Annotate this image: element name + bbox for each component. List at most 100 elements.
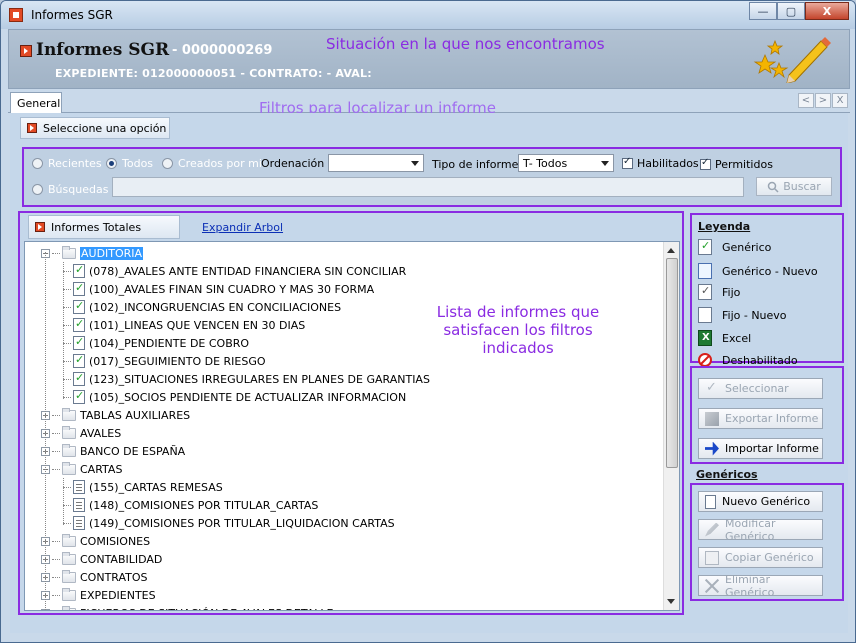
radio-busquedas[interactable]: Búsquedas — [32, 183, 108, 196]
tipo-informe-label: Tipo de informe — [432, 158, 519, 171]
tree-report-node[interactable]: (155)_CARTAS REMESAS — [63, 478, 223, 496]
tree-connector — [52, 468, 60, 470]
tree-folder-node[interactable]: + BANCO DE ESPAÑA — [41, 442, 185, 460]
generic-report-icon — [73, 353, 85, 368]
report-tree[interactable]: −AUDITORIA (078)_AVALES ANTE ENTIDAD FINA… — [24, 241, 680, 611]
tree-report-node[interactable]: (017)_SEGUIMIENTO DE RIESGO — [63, 352, 266, 370]
tree-folder-node[interactable]: + EXPEDIENTES — [41, 586, 156, 604]
radio-busquedas-label: Búsquedas — [48, 183, 109, 196]
tree-node-label: (078)_AVALES ANTE ENTIDAD FINANCIERA SIN… — [89, 264, 407, 278]
tree-node-label: BANCO DE ESPAÑA — [80, 444, 186, 458]
tree-node-label: AUDITORIA — [80, 246, 144, 260]
tree-node-label: (102)_INCONGRUENCIAS EN CONCILIACIONES — [89, 300, 342, 314]
tab-close-button[interactable]: X — [832, 93, 848, 108]
delete-icon — [705, 579, 719, 593]
delete-generic-label: Eliminar Genérico — [725, 572, 775, 599]
tab-general[interactable]: General — [10, 92, 62, 114]
chevron-down-icon — [411, 161, 419, 166]
option-header: Seleccione una opción — [20, 117, 170, 139]
tree-report-node[interactable]: (101)_LINEAS QUE VENCEN EN 30 DIAS — [63, 316, 305, 334]
tree-folder-node[interactable]: − CARTAS — [41, 460, 122, 478]
tab-content: Seleccione una opción Recientes Todos Cr… — [10, 113, 848, 633]
search-button[interactable]: Buscar — [756, 177, 832, 196]
scroll-down-icon[interactable] — [667, 599, 675, 604]
radio-circle-selected — [106, 158, 117, 169]
import-report-button[interactable]: Importar Informe — [698, 438, 823, 459]
maximize-button[interactable]: ▢ — [777, 2, 805, 20]
tree-folder-node[interactable]: + CONTABILIDAD — [41, 550, 162, 568]
export-report-button[interactable]: Exportar Informe — [698, 408, 823, 429]
habilitados-checkbox[interactable]: Habilitados — [622, 156, 699, 170]
scroll-up-icon[interactable] — [667, 248, 675, 253]
tree-report-node[interactable]: (149)_COMISIONES POR TITULAR_LIQUIDACION… — [63, 514, 395, 532]
legend-fixed-new-label: Fijo - Nuevo — [722, 308, 787, 322]
habilitados-label: Habilitados — [637, 157, 699, 170]
generic-report-icon — [698, 239, 712, 255]
tree-connector — [52, 594, 60, 596]
annotation-list: Lista de informes que satisfacen los fil… — [436, 303, 600, 357]
tree-report-node[interactable]: (078)_AVALES ANTE ENTIDAD FINANCIERA SIN… — [63, 262, 406, 280]
tree-folder-node[interactable]: − AUDITORIA — [41, 244, 144, 262]
scroll-thumb[interactable] — [666, 258, 678, 468]
fixed-report-icon — [73, 498, 85, 512]
window-controls: — ▢ X — [749, 2, 849, 20]
tree-folder-node[interactable]: + CONTRATOS — [41, 568, 148, 586]
generic-new-report-icon — [698, 263, 712, 279]
tree-report-node[interactable]: (123)_SITUACIONES IRREGULARES EN PLANES … — [63, 370, 430, 388]
radio-todos[interactable]: Todos — [106, 157, 153, 170]
tree-folder-node[interactable]: + AVALES — [41, 424, 121, 442]
radio-recientes-label: Recientes — [48, 157, 102, 170]
generic-report-icon — [73, 389, 85, 404]
report-code: - 0000000269 — [172, 43, 273, 58]
tree-scrollbar[interactable] — [663, 242, 679, 610]
close-button[interactable]: X — [805, 2, 849, 20]
tree-report-node[interactable]: (104)_PENDIENTE DE COBRO — [63, 334, 249, 352]
tree-folder-node[interactable]: + TABLAS AUXILIARES — [41, 406, 190, 424]
tree-node-label: (148)_COMISIONES POR TITULAR_CARTAS — [89, 498, 319, 512]
option-header-label: Seleccione una opción — [43, 121, 167, 135]
legend-excel: Excel — [698, 330, 751, 346]
permitidos-checkbox[interactable]: Permitidos — [700, 157, 773, 171]
excel-icon — [698, 330, 712, 346]
title-bar[interactable]: Informes SGR — ▢ X — [1, 1, 855, 29]
copy-generic-button[interactable]: Copiar Genérico — [698, 547, 823, 568]
folder-icon — [62, 605, 76, 610]
delete-generic-button[interactable]: Eliminar Genérico — [698, 572, 823, 599]
tree-connector — [63, 378, 71, 380]
radio-recientes[interactable]: Recientes — [32, 157, 102, 170]
tree-connector — [52, 576, 60, 578]
radio-creados-label: Creados por mi — [178, 157, 262, 170]
genericos-title: Genéricos — [696, 468, 758, 481]
tree-node-label: (104)_PENDIENTE DE COBRO — [89, 336, 250, 350]
tree-node-label: AVALES — [80, 426, 122, 440]
expand-tree-link[interactable]: Expandir Arbol — [202, 221, 283, 234]
tree-vertical-connector — [63, 262, 64, 399]
new-generic-button[interactable]: Nuevo Genérico — [698, 491, 823, 512]
tree-header-label: Informes Totales — [51, 220, 142, 234]
tab-prev-button[interactable]: < — [798, 93, 814, 108]
tab-general-label: General — [17, 97, 61, 110]
tipo-informe-select[interactable]: T- Todos — [518, 154, 614, 172]
chevron-down-icon — [601, 161, 609, 166]
import-button-label: Importar Informe — [725, 442, 819, 455]
tree-report-node[interactable]: (102)_INCONGRUENCIAS EN CONCILIACIONES — [63, 298, 341, 316]
radio-creados[interactable]: Creados por mi — [162, 157, 262, 170]
legend-panel: Leyenda Genérico Genérico - Nuevo Fijo F… — [690, 213, 844, 367]
select-button[interactable]: Seleccionar — [698, 378, 823, 399]
fixed-new-report-icon — [698, 307, 712, 323]
tree-connector — [52, 414, 60, 416]
search-input[interactable] — [112, 177, 744, 197]
minimize-button[interactable]: — — [749, 2, 777, 20]
tree-report-node[interactable]: (148)_COMISIONES POR TITULAR_CARTAS — [63, 496, 318, 514]
tree-report-node[interactable]: (100)_AVALES FINAN SIN CUADRO Y MAS 30 F… — [63, 280, 374, 298]
tree-folder-node[interactable]: +FICHEROS DE SITUACIÓN DE AVALES DETALLE — [41, 604, 333, 610]
tree-folder-node[interactable]: + COMISIONES — [41, 532, 150, 550]
ordenacion-select[interactable] — [328, 154, 424, 172]
folder-icon — [62, 551, 76, 565]
header-arrow-icon — [20, 45, 32, 57]
page-title: Informes SGR — [36, 40, 170, 60]
tree-report-node[interactable]: (105)_SOCIOS PENDIENTE DE ACTUALIZAR INF… — [63, 388, 406, 406]
edit-generic-button[interactable]: Modificar Genérico — [698, 517, 823, 543]
tab-next-button[interactable]: > — [815, 93, 831, 108]
arrow-icon — [27, 123, 37, 133]
